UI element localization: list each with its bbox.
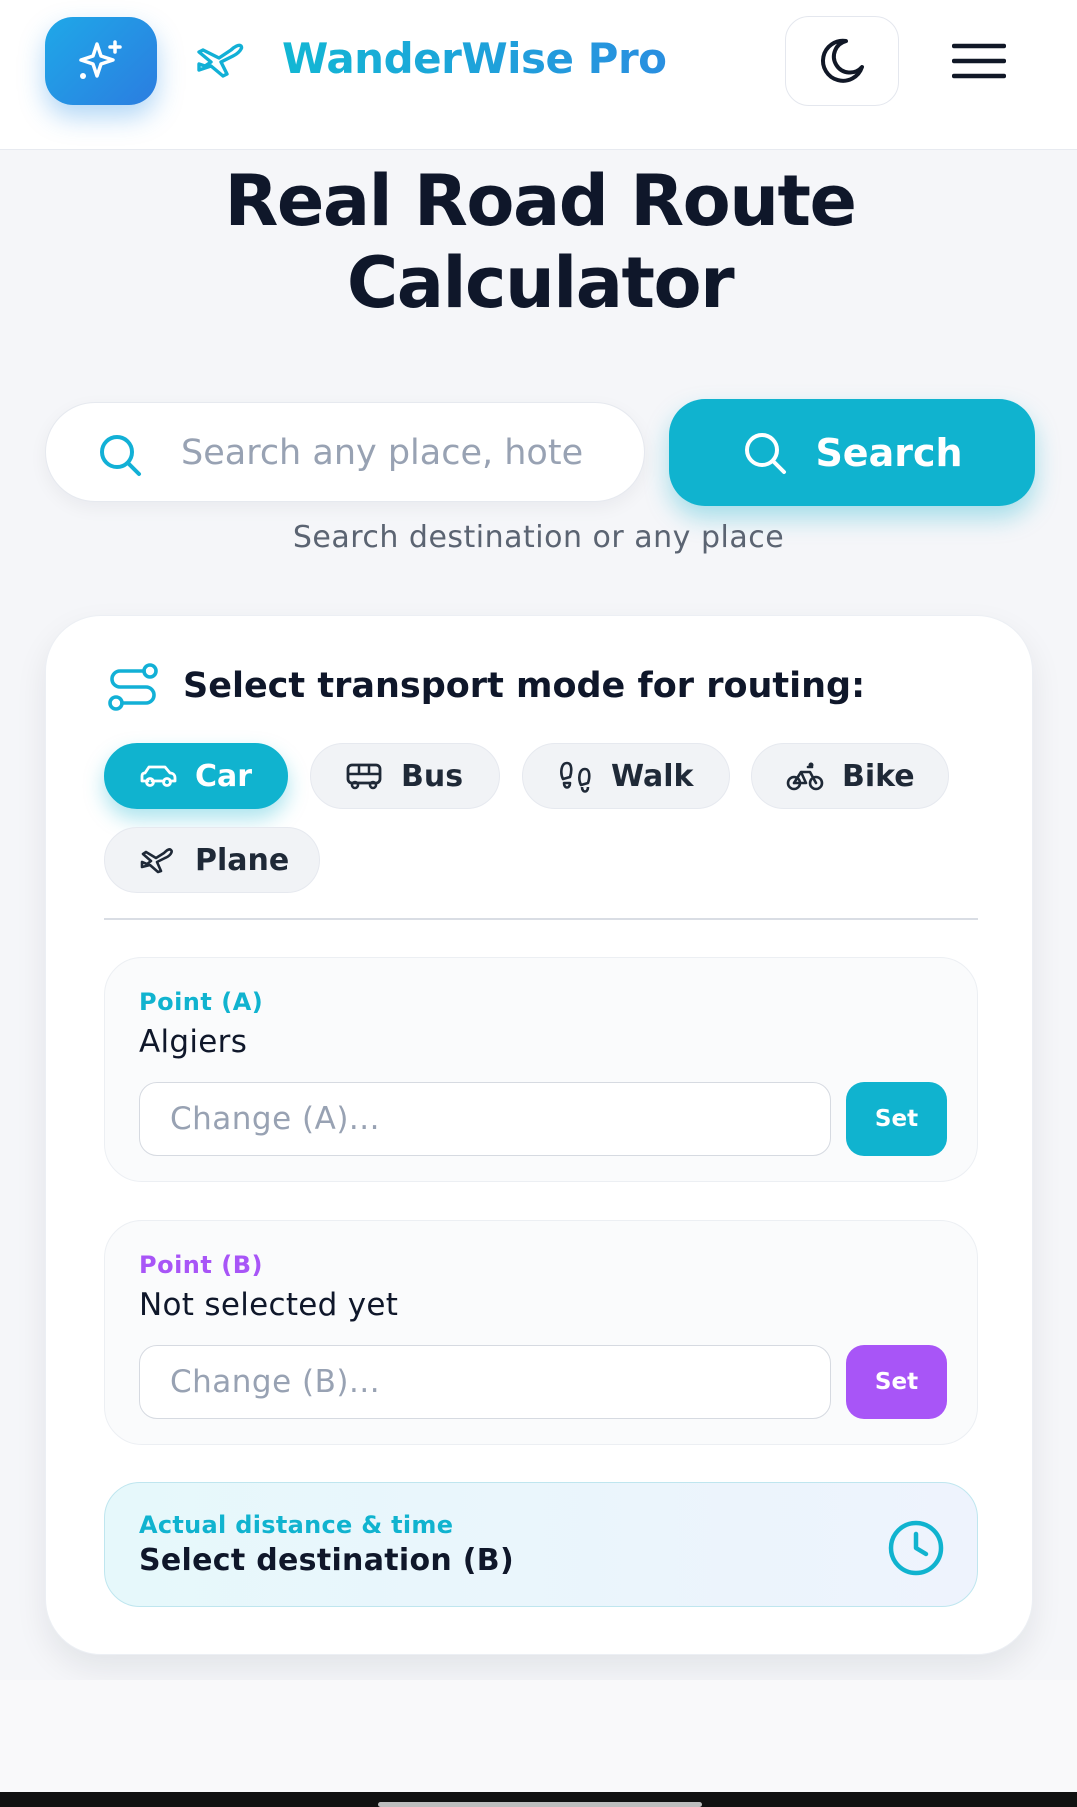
mode-car-label: Car xyxy=(195,758,253,794)
route-icon xyxy=(108,663,158,711)
mode-walk-label: Walk xyxy=(611,758,694,794)
point-b-card: Point (B) Not selected yet Set xyxy=(104,1220,978,1445)
app-header: WanderWise Pro xyxy=(0,0,1077,150)
point-b-label: Point (B) xyxy=(139,1251,263,1279)
distance-result-value: Select destination (B) xyxy=(139,1543,514,1578)
route-card: Select transport mode for routing: Car B… xyxy=(45,615,1033,1655)
plane-icon xyxy=(140,848,173,874)
page-title: Real Road Route Calculator xyxy=(120,160,960,324)
bike-icon xyxy=(786,762,824,791)
divider xyxy=(104,918,978,920)
ai-sparkle-button[interactable] xyxy=(45,17,157,105)
hamburger-menu-icon xyxy=(952,43,1006,79)
distance-result-label: Actual distance & time xyxy=(139,1511,454,1539)
mode-bus-button[interactable]: Bus xyxy=(310,743,500,809)
search-input[interactable] xyxy=(181,425,651,481)
search-box xyxy=(45,402,651,502)
page-title-line1: Real Road Route xyxy=(224,160,857,242)
point-a-label: Point (A) xyxy=(139,988,264,1016)
search-button[interactable]: Search xyxy=(669,399,1035,506)
point-a-value: Algiers xyxy=(139,1024,248,1060)
mode-plane-label: Plane xyxy=(195,842,290,878)
clock-icon xyxy=(888,1520,944,1576)
mode-walk-button[interactable]: Walk xyxy=(522,743,730,809)
theme-toggle-button[interactable] xyxy=(785,16,899,106)
point-b-value: Not selected yet xyxy=(139,1287,399,1323)
car-icon xyxy=(140,765,177,787)
brand-name[interactable]: WanderWise Pro xyxy=(282,30,667,88)
transport-heading: Select transport mode for routing: xyxy=(183,666,866,706)
bus-icon xyxy=(346,763,382,790)
point-b-set-button[interactable]: Set xyxy=(846,1345,947,1419)
page-bottom-area xyxy=(0,1680,1077,1792)
moon-icon xyxy=(821,38,864,83)
point-a-card: Point (A) Algiers Set xyxy=(104,957,978,1182)
hamburger-menu-button[interactable] xyxy=(944,34,1014,88)
distance-result-card: Actual distance & time Select destinatio… xyxy=(104,1482,978,1607)
search-icon xyxy=(100,435,141,476)
mode-car-button[interactable]: Car xyxy=(104,743,288,809)
point-b-input[interactable] xyxy=(139,1345,831,1419)
sparkle-icon xyxy=(79,40,122,79)
home-indicator[interactable] xyxy=(378,1802,702,1807)
search-icon xyxy=(745,432,787,474)
page-title-line2: Calculator xyxy=(346,242,735,324)
mode-bus-label: Bus xyxy=(401,758,464,794)
point-a-input[interactable] xyxy=(139,1082,831,1156)
search-button-label: Search xyxy=(815,430,963,475)
footprints-icon xyxy=(560,761,591,793)
plane-logo-icon xyxy=(197,43,244,78)
mode-bike-button[interactable]: Bike xyxy=(751,743,949,809)
search-hint: Search destination or any place xyxy=(292,520,785,555)
mode-plane-button[interactable]: Plane xyxy=(104,827,320,893)
mode-bike-label: Bike xyxy=(842,758,915,794)
point-a-set-button[interactable]: Set xyxy=(846,1082,947,1156)
